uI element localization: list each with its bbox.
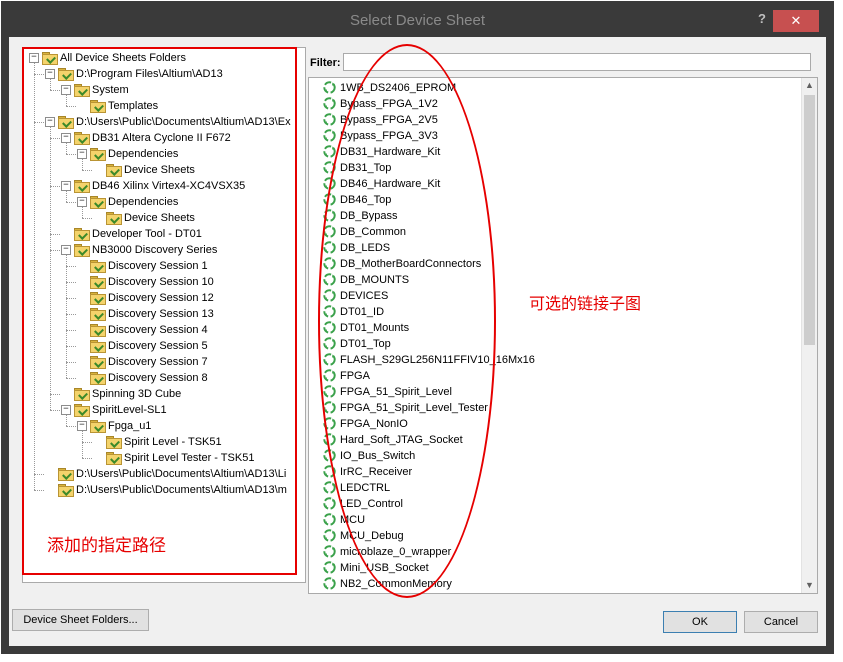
help-button[interactable]: ? — [753, 11, 771, 27]
device-sheet-icon — [323, 513, 336, 526]
device-sheet-icon — [323, 545, 336, 558]
device-sheet-icon — [323, 145, 336, 158]
close-button[interactable]: ✕ — [773, 10, 819, 32]
device-sheet-icon — [323, 561, 336, 574]
annotation-rectangle — [22, 47, 297, 575]
device-sheet-icon — [323, 113, 336, 126]
device-sheet-icon — [323, 497, 336, 510]
scroll-up-arrow-icon[interactable]: ▲ — [802, 78, 817, 93]
list-scrollbar[interactable]: ▲ ▼ — [801, 78, 817, 593]
device-sheet-icon — [323, 97, 336, 110]
filter-label: Filter: — [310, 57, 341, 69]
ok-button[interactable]: OK — [663, 611, 737, 633]
window-title: Select Device Sheet — [349, 12, 486, 29]
device-sheet-folders-button[interactable]: Device Sheet Folders... — [12, 609, 149, 631]
scroll-thumb[interactable] — [804, 95, 815, 345]
annotation-ellipse — [318, 44, 496, 598]
cancel-button[interactable]: Cancel — [744, 611, 818, 633]
device-sheet-icon — [323, 577, 336, 590]
scroll-down-arrow-icon[interactable]: ▼ — [802, 578, 817, 593]
title-bar[interactable]: Select Device Sheet ? ✕ — [1, 1, 834, 37]
annotation-label-paths: 添加的指定路径 — [47, 536, 166, 556]
device-sheet-icon — [323, 81, 336, 94]
annotation-label-sheets: 可选的链接子图 — [529, 294, 642, 313]
device-sheet-icon — [323, 129, 336, 142]
device-sheet-icon — [323, 529, 336, 542]
